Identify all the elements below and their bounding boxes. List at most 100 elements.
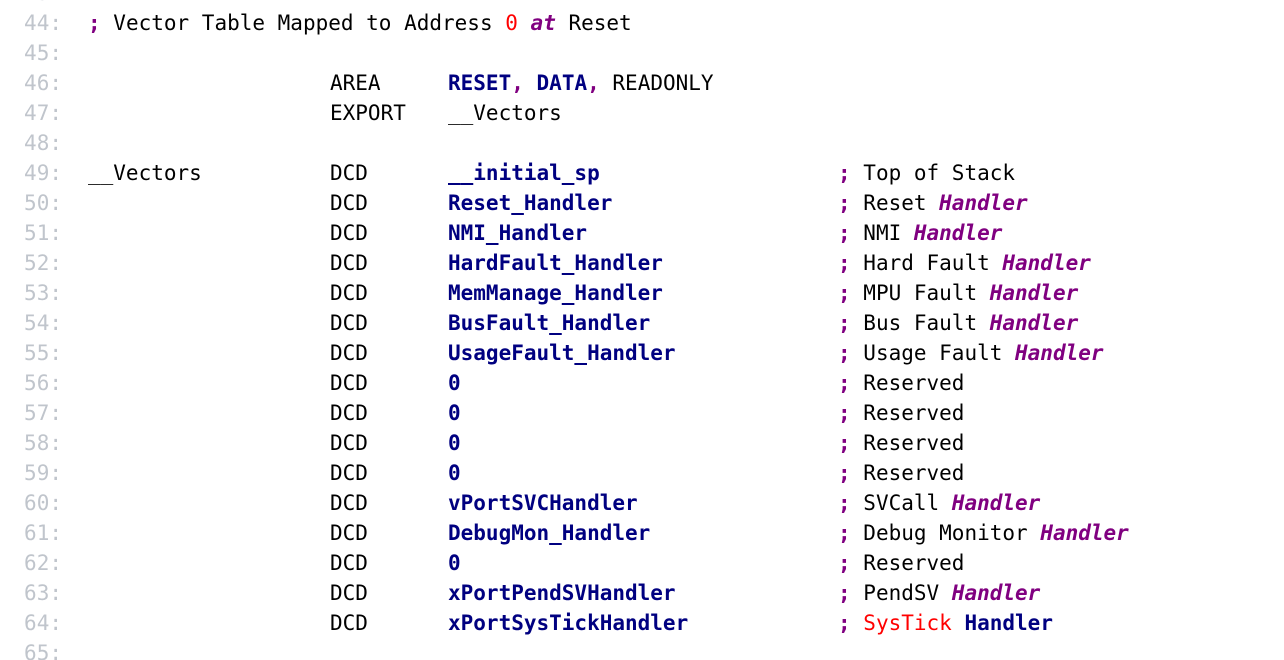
code-editor-pane[interactable]: 43:44:; Vector Table Mapped to Address 0… — [0, 0, 1284, 660]
code-line[interactable]: 60: DCD vPortSVCHandler; SVCall Handler — [0, 488, 1284, 518]
code-column-operand: 0 — [448, 368, 461, 398]
code-column-comment: ; SysTick Handler — [838, 608, 1053, 638]
code-column-op: DCD — [330, 608, 368, 638]
line-number-colon: : — [49, 461, 62, 485]
code-token-directive: EXPORT — [330, 101, 406, 125]
code-token-kw-italic: Handler — [989, 311, 1079, 335]
code-token-semi: ; — [838, 521, 864, 545]
code-column-operand: xPortSysTickHandler — [448, 608, 688, 638]
code-line[interactable]: 49: __Vectors DCD __initial_sp; Top of Stac… — [0, 158, 1284, 188]
line-number-colon: : — [49, 581, 62, 605]
code-token-directive: DCD — [330, 311, 368, 335]
code-line[interactable]: 53: DCD MemManage_Handler; MPU Fault Handl… — [0, 278, 1284, 308]
code-token-semi: ; — [838, 371, 864, 395]
code-token-symbol: MemManage_Handler — [448, 281, 663, 305]
code-token-symbol: Reset_Handler — [448, 191, 613, 215]
line-number: 53: — [24, 281, 62, 305]
code-column-op: DCD — [330, 158, 368, 188]
code-line[interactable]: 56: DCD 0; Reserved — [0, 368, 1284, 398]
code-line[interactable]: 50: DCD Reset_Handler; Reset Handler — [0, 188, 1284, 218]
code-token-semi: ; — [838, 281, 864, 305]
code-column-op: EXPORT — [330, 98, 406, 128]
code-token-semi: ; — [838, 191, 864, 215]
code-column-comment: ; Bus Fault Handler — [838, 308, 1078, 338]
code-column-op: DCD — [330, 278, 368, 308]
line-number: 43: — [0, 0, 62, 8]
code-line[interactable]: 48: — [0, 128, 1284, 158]
code-line[interactable]: 57: DCD 0; Reserved — [0, 398, 1284, 428]
code-line[interactable]: 45: — [0, 38, 1284, 68]
code-token-symbol: HardFault_Handler — [448, 251, 663, 275]
line-number-colon: : — [49, 491, 62, 515]
code-token-comment — [952, 611, 965, 635]
code-column-op: DCD — [330, 248, 368, 278]
code-token-semi: ; — [838, 311, 864, 335]
line-number: 59: — [24, 461, 62, 485]
code-line[interactable]: 61: DCD DebugMon_Handler; Debug Monitor Ha… — [0, 518, 1284, 548]
code-token-semi: ; — [838, 161, 864, 185]
line-number: 45: — [24, 41, 62, 65]
code-column-op: AREA — [330, 68, 381, 98]
code-token-directive: DCD — [330, 581, 368, 605]
line-number-colon: : — [49, 11, 62, 35]
line-number-colon: : — [49, 0, 62, 5]
code-line[interactable]: 64: DCD xPortSysTickHandler; SysTick Handl… — [0, 608, 1284, 638]
code-line[interactable]: 54: DCD BusFault_Handler; Bus Fault Handle… — [0, 308, 1284, 338]
code-line[interactable]: 55: DCD UsageFault_Handler; Usage Fault Ha… — [0, 338, 1284, 368]
code-token-number: 0 — [448, 371, 461, 395]
code-token-comment: Usage Fault — [863, 341, 1016, 365]
line-number: 63: — [24, 581, 62, 605]
code-token-symbol: DebugMon_Handler — [448, 521, 651, 545]
code-token-comment: Top of Stack — [863, 161, 1016, 185]
code-token-semi: ; — [838, 221, 864, 245]
code-line[interactable]: 46: AREA RESET, DATA, READONLY — [0, 68, 1284, 98]
line-number-colon: : — [49, 131, 62, 155]
code-line[interactable]: 44:; Vector Table Mapped to Address 0 at… — [0, 8, 1284, 38]
code-line[interactable]: 58: DCD 0; Reserved — [0, 428, 1284, 458]
code-token-navy-bold: Handler — [964, 611, 1053, 635]
line-number-colon: : — [49, 431, 62, 455]
code-token-directive: DCD — [330, 491, 368, 515]
code-column-label: __Vectors — [88, 158, 202, 188]
code-line[interactable]: 47: EXPORT __Vectors — [0, 98, 1284, 128]
line-number: 48: — [24, 131, 62, 155]
code-column-operand: xPortPendSVHandler — [448, 578, 676, 608]
code-column-operand: BusFault_Handler — [448, 308, 650, 338]
code-token-red: 0 — [505, 11, 518, 35]
code-token-symbol: __initial_sp — [448, 161, 600, 185]
code-column-op: DCD — [330, 518, 368, 548]
code-token-comment: PendSV — [863, 581, 952, 605]
code-column-comment: ; NMI Handler — [838, 218, 1002, 248]
line-number: 50: — [24, 191, 62, 215]
code-line[interactable]: 63: DCD xPortPendSVHandler; PendSV Handler — [0, 578, 1284, 608]
code-column-operand: 0 — [448, 428, 461, 458]
line-number: 49: — [24, 161, 62, 185]
code-token-kw-italic: at — [530, 11, 556, 35]
code-token-comment: Reset — [555, 11, 632, 35]
code-line[interactable]: 52: DCD HardFault_Handler; Hard Fault Hand… — [0, 248, 1284, 278]
code-token-punct: , — [511, 71, 524, 95]
code-column-operand: RESET, DATA, READONLY — [448, 68, 714, 98]
code-token-symbol: vPortSVCHandler — [448, 491, 638, 515]
code-token-directive: DCD — [330, 551, 368, 575]
line-number-colon: : — [49, 371, 62, 395]
code-line[interactable]: 65: — [0, 638, 1284, 660]
code-token-comment: Reserved — [863, 461, 965, 485]
code-token-directive: DCD — [330, 281, 368, 305]
code-token-number: 0 — [448, 401, 461, 425]
code-line[interactable]: 43: — [0, 0, 1284, 8]
line-number-colon: : — [49, 521, 62, 545]
line-number: 56: — [24, 371, 62, 395]
code-token-comment: NMI — [863, 221, 914, 245]
code-column-comment: ; Reserved — [838, 548, 964, 578]
code-column-op: DCD — [330, 308, 368, 338]
code-token-kw-italic: Handler — [951, 491, 1041, 515]
code-line[interactable]: 59: DCD 0; Reserved — [0, 458, 1284, 488]
code-column-operand: HardFault_Handler — [448, 248, 663, 278]
code-line[interactable]: 51: DCD NMI_Handler; NMI Handler — [0, 218, 1284, 248]
code-token-kw-italic: Handler — [1015, 341, 1104, 365]
code-token-semi: ; — [838, 251, 864, 275]
code-token-semi: ; — [838, 431, 864, 455]
code-line[interactable]: 62: DCD 0; Reserved — [0, 548, 1284, 578]
code-column-comment: ; Hard Fault Handler — [838, 248, 1091, 278]
